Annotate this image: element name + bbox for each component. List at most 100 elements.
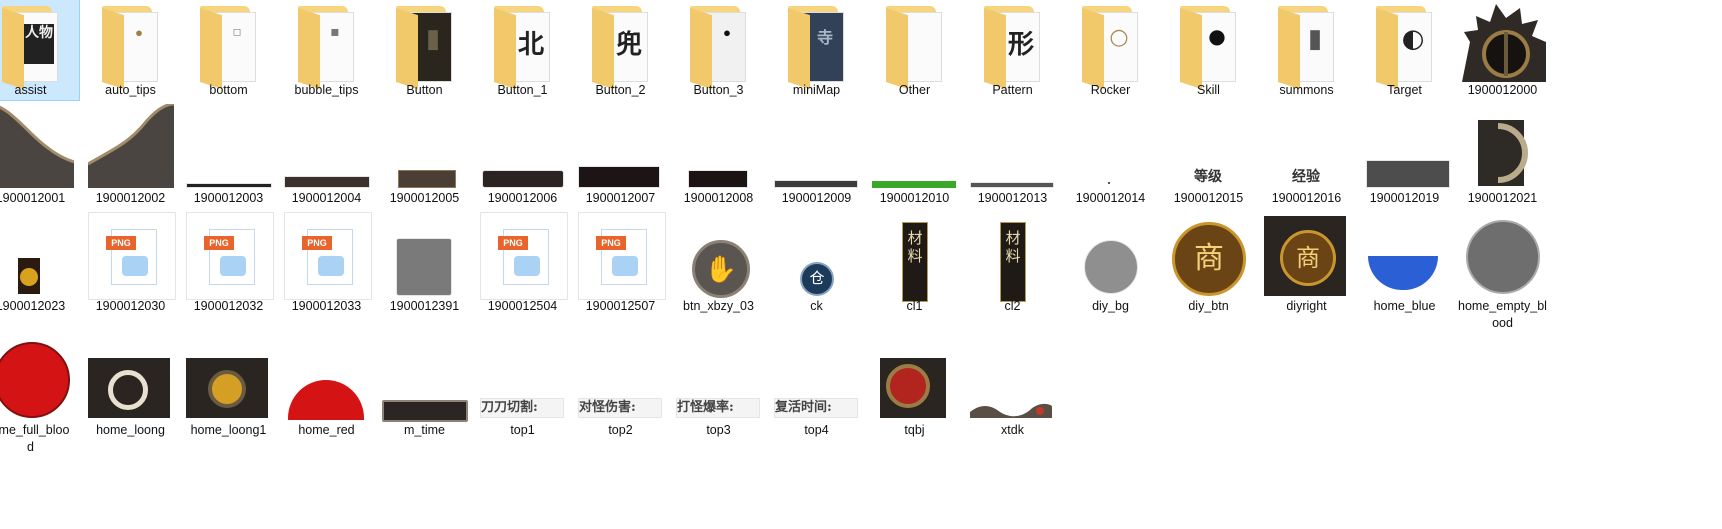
warehouse-button-image: 仓: [800, 262, 834, 296]
file-item-assist[interactable]: 人物 assist: [0, 0, 80, 101]
file-name: 1900012009: [781, 191, 852, 205]
file-name: 1900012033: [291, 299, 362, 313]
file-name: miniMap: [792, 83, 841, 97]
file-item-diy-btn[interactable]: 商 diy_btn: [1160, 210, 1257, 322]
file-item-1900012391[interactable]: 1900012391: [376, 210, 473, 322]
level-text-image: 等级: [1190, 168, 1226, 186]
file-item-1900012006[interactable]: 1900012006: [474, 100, 571, 210]
file-name: Skill: [1197, 83, 1220, 97]
file-item-home-loong1[interactable]: home_loong1: [180, 334, 277, 437]
file-item-1900012010[interactable]: 1900012010: [866, 100, 963, 210]
file-item-1900012032[interactable]: PNG 1900012032: [180, 210, 277, 322]
time-bar-image: [382, 400, 468, 422]
file-item-button[interactable]: ▮ Button: [376, 0, 473, 100]
file-item-1900012005[interactable]: 1900012005: [376, 100, 473, 210]
file-item-bubble-tips[interactable]: ▪ bubble_tips: [278, 0, 375, 100]
file-name: diy_btn: [1188, 299, 1229, 313]
file-item-home-empty-blood[interactable]: home_empty_bl ood: [1454, 210, 1551, 330]
stone-arch-image: [87, 102, 175, 190]
red-orb-image: [0, 342, 70, 418]
file-item-1900012016[interactable]: 经验 1900012016: [1258, 100, 1355, 210]
file-item-ck[interactable]: 仓 ck: [768, 210, 865, 322]
text-strip-image: 复活时间:: [774, 398, 858, 418]
file-item-home-blue[interactable]: home_blue: [1356, 210, 1453, 322]
dragon-ring-image: [88, 358, 170, 418]
blue-half-orb-image: [1368, 256, 1438, 290]
file-item-diyright[interactable]: 商 diyright: [1258, 210, 1355, 322]
file-item-1900012033[interactable]: PNG 1900012033: [278, 210, 375, 322]
file-item-target[interactable]: ◐ Target: [1356, 0, 1453, 100]
file-item-button-1[interactable]: 北 Button_1: [474, 0, 571, 100]
file-name: ome_full_blood: [0, 423, 70, 454]
file-item-1900012001[interactable]: 1900012001: [0, 100, 79, 210]
file-item-1900012009[interactable]: 1900012009: [768, 100, 865, 210]
file-item-top4[interactable]: 复活时间: top4: [768, 334, 865, 437]
file-item-other[interactable]: Other: [866, 0, 963, 100]
shop-dragon-image: 商: [1264, 216, 1346, 296]
file-item-xtdk[interactable]: xtdk: [964, 334, 1061, 437]
file-item-diy-bg[interactable]: diy_bg: [1062, 210, 1159, 322]
file-item-1900012030[interactable]: PNG 1900012030: [82, 210, 179, 322]
folder-icon: 兜: [578, 2, 664, 90]
file-item-rocker[interactable]: ○ Rocker: [1062, 0, 1159, 100]
file-item-btn-xbzy-03[interactable]: ✋ btn_xbzy_03: [670, 210, 767, 322]
file-item-m-time[interactable]: m_time: [376, 334, 473, 437]
file-item-1900012002[interactable]: 1900012002: [82, 100, 179, 210]
file-item-home-red[interactable]: home_red: [278, 334, 375, 437]
file-item-bottom[interactable]: ▫ bottom: [180, 0, 277, 100]
file-name: Pattern: [992, 83, 1033, 97]
file-name: 1900012391: [389, 299, 460, 313]
file-item-1900012007[interactable]: 1900012007: [572, 100, 669, 210]
file-name: xtdk: [1001, 423, 1024, 437]
file-name: bubble_tips: [294, 83, 359, 97]
file-name: 1900012002: [95, 191, 166, 205]
gray-orb-image: [1466, 220, 1540, 294]
file-item-1900012000[interactable]: 1900012000: [1454, 0, 1551, 100]
folder-icon: ▫: [186, 2, 272, 90]
bar-image: [578, 166, 660, 188]
file-item-1900012008[interactable]: 1900012008: [670, 100, 767, 210]
dragon-ring-image: [186, 358, 268, 418]
file-name: 1900012006: [487, 191, 558, 205]
small-orb-image: [18, 258, 40, 294]
file-item-1900012014[interactable]: 1900012014: [1062, 100, 1159, 210]
file-item-1900012019[interactable]: 1900012019: [1356, 100, 1453, 210]
file-item-button-2[interactable]: 兜 Button_2: [572, 0, 669, 100]
file-item-cl1[interactable]: 材料 cl1: [866, 210, 963, 322]
file-item-skill[interactable]: ● Skill: [1160, 0, 1257, 100]
file-item-minimap[interactable]: 寺 miniMap: [768, 0, 865, 100]
file-item-1900012003[interactable]: 1900012003: [180, 100, 277, 210]
file-item-1900012507[interactable]: PNG 1900012507: [572, 210, 669, 322]
file-item-cl2[interactable]: 材料 cl2: [964, 210, 1061, 322]
thin-bar-image: [774, 180, 858, 188]
file-item-summons[interactable]: ▮ summons: [1258, 0, 1355, 100]
file-name: home_red: [298, 423, 355, 437]
file-item-1900012013[interactable]: 1900012013: [964, 100, 1061, 210]
file-item-tqbj[interactable]: tqbj: [866, 334, 963, 437]
file-item-top3[interactable]: 打怪爆率: top3: [670, 334, 767, 437]
file-name: summons: [1279, 83, 1334, 97]
file-item-top1[interactable]: 刀刀切割: top1: [474, 334, 571, 437]
file-item-1900012004[interactable]: 1900012004: [278, 100, 375, 210]
file-item-home-full-blood[interactable]: ome_full_blood: [0, 334, 79, 454]
file-item-1900012021[interactable]: 1900012021: [1454, 100, 1551, 210]
png-file-icon: PNG: [88, 212, 176, 300]
folder-icon: •: [676, 2, 762, 90]
file-name: top1: [510, 423, 535, 437]
file-name: cl2: [1004, 299, 1021, 313]
file-item-1900012504[interactable]: PNG 1900012504: [474, 210, 571, 322]
file-item-home-loong[interactable]: home_loong: [82, 334, 179, 437]
file-name: 1900012504: [487, 299, 558, 313]
file-item-1900012015[interactable]: 等级 1900012015: [1160, 100, 1257, 210]
file-name: home_blue: [1373, 299, 1436, 313]
file-name: 1900012004: [291, 191, 362, 205]
file-item-top2[interactable]: 对怪伤害: top2: [572, 334, 669, 437]
file-name: cl1: [906, 299, 923, 313]
file-item-button-3[interactable]: • Button_3: [670, 0, 767, 100]
file-item-1900012023[interactable]: 1900012023: [0, 210, 79, 322]
folder-icon: ▮: [382, 2, 468, 90]
file-name: diyright: [1286, 299, 1327, 313]
file-item-pattern[interactable]: 形 Pattern: [964, 0, 1061, 100]
thin-bar-image: [186, 183, 272, 188]
file-item-auto-tips[interactable]: • auto_tips: [82, 0, 179, 100]
